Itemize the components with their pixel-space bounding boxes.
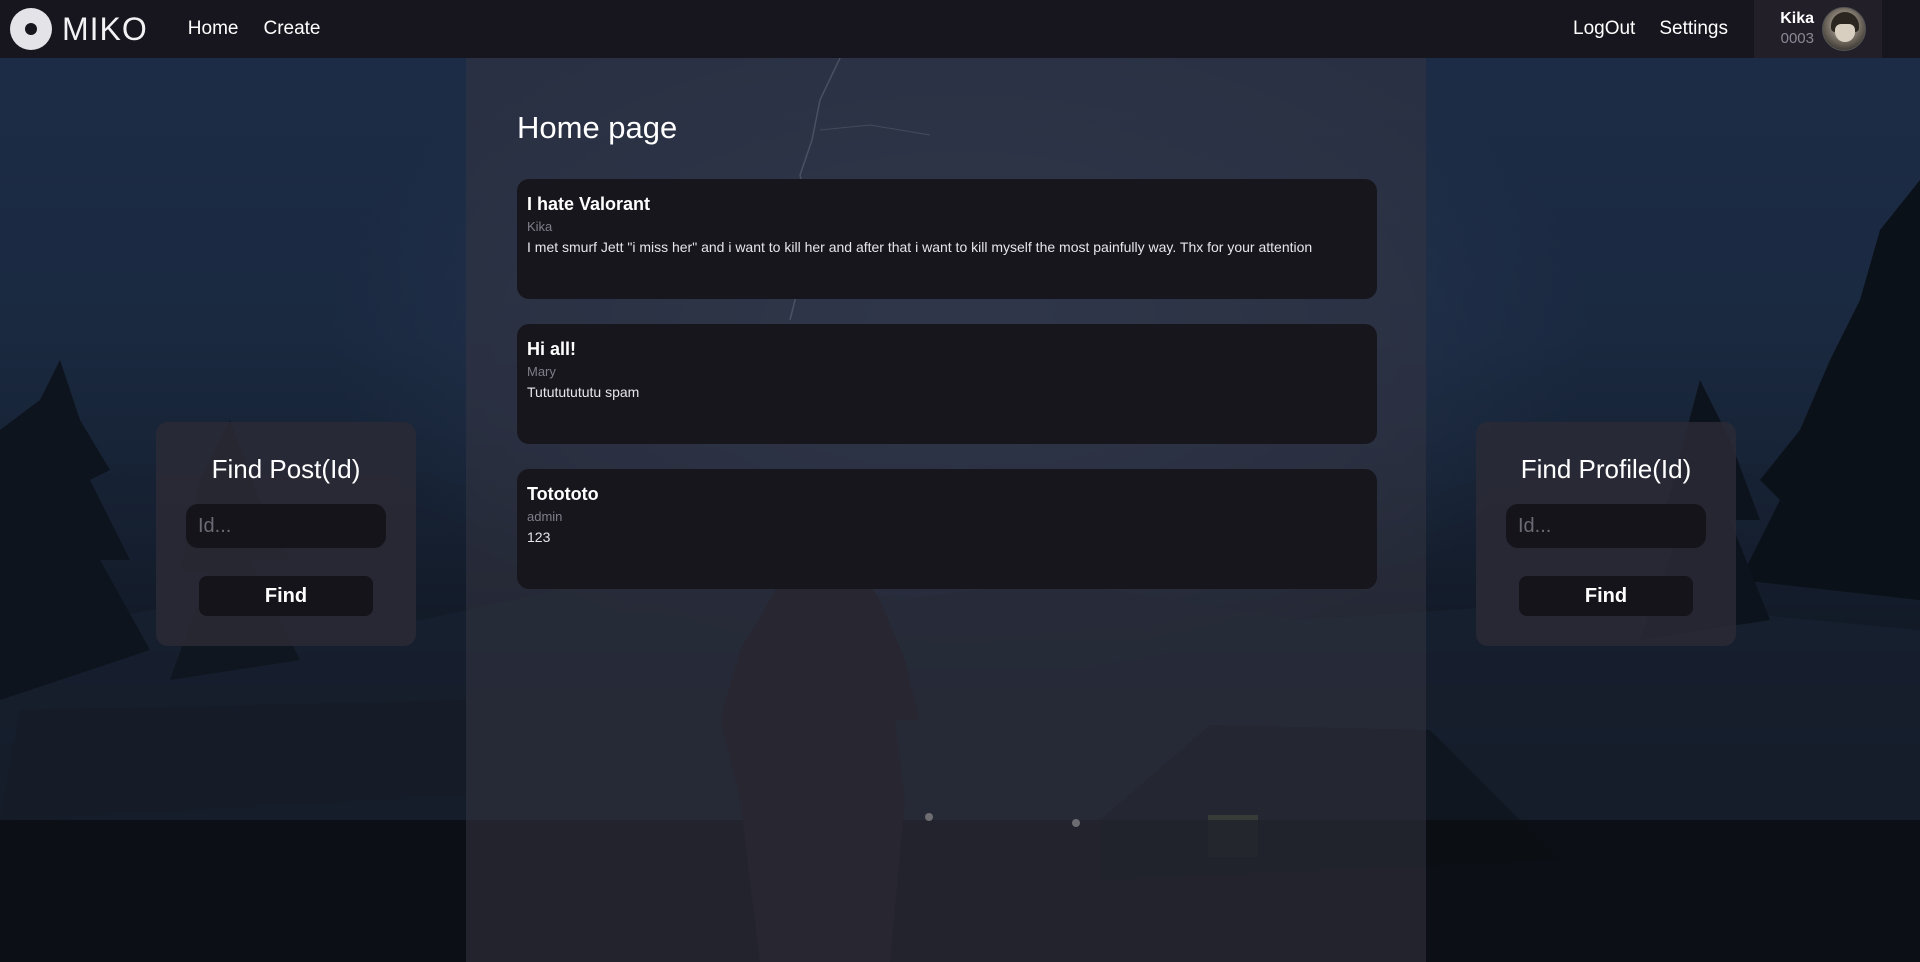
main-feed-column: Home page I hate Valorant Kika I met smu… [466,58,1426,962]
logo-text: MIKO [62,10,148,47]
user-profile-box[interactable]: Kika 0003 [1754,0,1882,58]
post-text: I met smurf Jett "i miss her" and i want… [527,239,1313,255]
post-text: Tutututututu spam [527,384,640,400]
logo-icon [10,8,52,50]
nav-create-link[interactable]: Create [263,18,320,40]
find-profile-title: Find Profile(Id) [1520,454,1692,484]
top-navbar: MIKO Home Create LogOut Settings Kika 00… [0,0,1920,58]
user-id: 0003 [1780,30,1814,47]
post-title: I hate Valorant [527,194,651,214]
find-profile-id-input[interactable] [1506,504,1706,548]
find-post-panel: Find Post(Id) Find [156,422,416,646]
user-name: Kika [1780,10,1814,27]
post-card[interactable]: I hate Valorant Kika I met smurf Jett "i… [517,179,1377,299]
user-info: Kika 0003 [1772,9,1814,49]
post-card[interactable]: Hi all! Mary Tutututututu spam [517,324,1377,444]
avatar[interactable] [1822,7,1866,51]
logo[interactable]: MIKO [10,8,148,50]
page-title: Home page [517,110,678,145]
post-text: 123 [527,529,551,545]
post-author: Kika [527,219,553,234]
nav-home-link[interactable]: Home [188,18,239,40]
post-card[interactable]: Totototo admin 123 [517,469,1377,589]
post-title: Hi all! [527,339,577,359]
nav-settings-link[interactable]: Settings [1659,18,1728,40]
post-author: Mary [527,364,556,379]
post-title: Totototo [527,484,599,504]
find-profile-panel: Find Profile(Id) Find [1476,422,1736,646]
find-post-button[interactable]: Find [199,576,373,616]
nav-logout-link[interactable]: LogOut [1573,18,1635,40]
find-post-title: Find Post(Id) [211,454,361,484]
nav-right-group: LogOut Settings Kika 0003 [1573,0,1920,58]
find-post-id-input[interactable] [186,504,386,548]
post-author: admin [527,509,563,524]
find-profile-button[interactable]: Find [1519,576,1693,616]
